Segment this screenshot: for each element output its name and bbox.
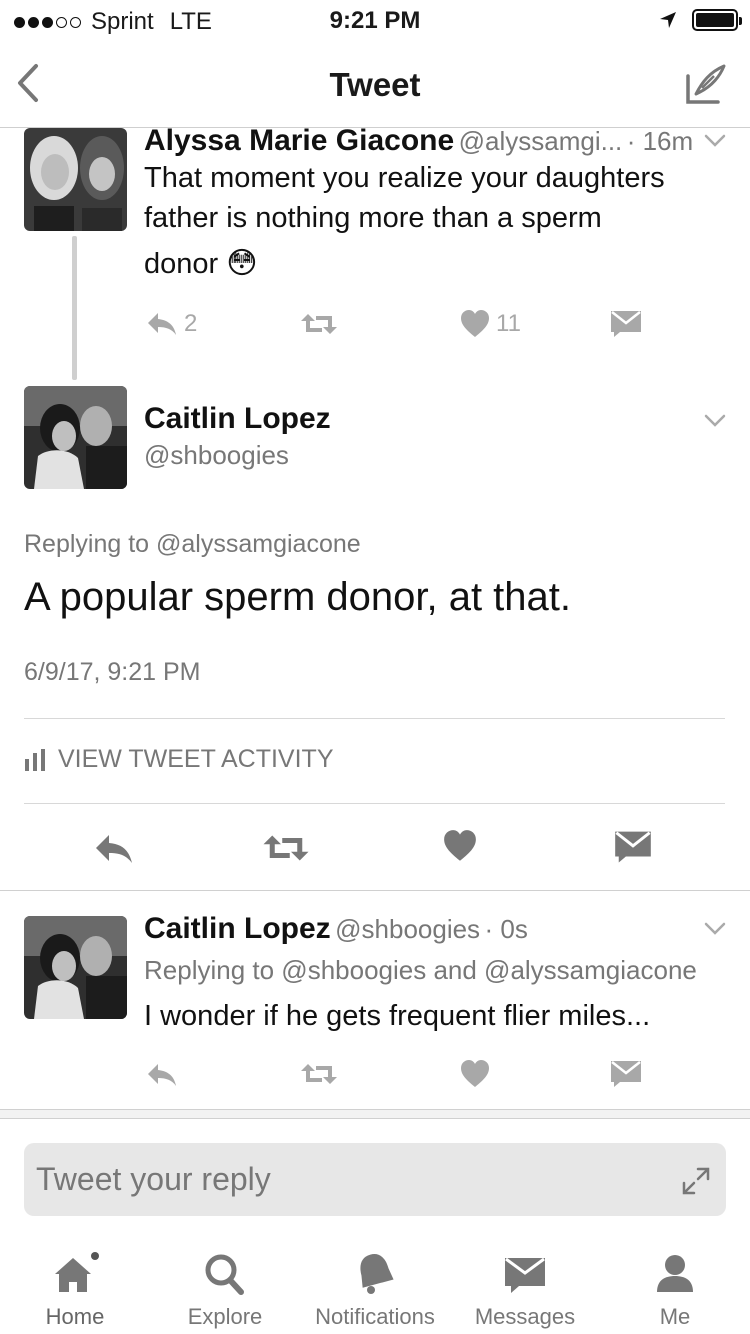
flushed-face-emoji: 😳 [226, 247, 258, 280]
tab-label: Me [659, 1304, 691, 1329]
tweet-timestamp: 6/9/17, 9:21 PM [24, 658, 201, 686]
person-icon [657, 1255, 693, 1292]
divider [24, 803, 725, 804]
avatar[interactable] [24, 916, 127, 1019]
retweet-icon[interactable] [300, 1062, 338, 1086]
author-handle[interactable]: @shboogies [144, 440, 289, 471]
battery-icon [692, 9, 742, 31]
reply-icon [148, 313, 176, 335]
author-handle[interactable]: @shboogies [335, 914, 480, 944]
retweet-action[interactable] [300, 312, 338, 336]
divider [0, 890, 750, 891]
tab-home[interactable]: Home [0, 1240, 150, 1330]
reply-composer[interactable] [24, 1143, 726, 1216]
dm-action[interactable] [610, 310, 642, 338]
reply-action[interactable]: 2 [146, 310, 197, 338]
tweet-text: I wonder if he gets frequent flier miles… [144, 1000, 651, 1032]
page-title: Tweet [329, 66, 421, 103]
reply-input[interactable] [36, 1157, 656, 1201]
home-icon [55, 1252, 99, 1292]
tab-notifications[interactable]: Notifications [300, 1240, 450, 1330]
bell-icon [360, 1254, 394, 1294]
envelope-icon [611, 311, 641, 337]
envelope-icon [505, 1257, 545, 1293]
nav-bar: Tweet [0, 40, 750, 128]
tweet-text: A popular sperm donor, at that. [24, 575, 572, 619]
author-name[interactable]: Caitlin Lopez [144, 912, 331, 945]
envelope-icon[interactable] [610, 1060, 642, 1088]
tab-label: Messages [474, 1304, 576, 1329]
replying-to-label[interactable]: Replying to @alyssamgiacone [24, 530, 361, 559]
bar-chart-icon [25, 748, 45, 771]
avatar[interactable] [24, 128, 127, 231]
heart-icon [461, 310, 489, 337]
chevron-down-icon[interactable] [704, 414, 726, 428]
compose-tweet-icon[interactable] [684, 62, 728, 106]
reply-icon[interactable] [94, 833, 134, 865]
tab-label: Home [45, 1304, 105, 1329]
location-arrow-icon [660, 12, 676, 28]
divider [24, 718, 725, 719]
author-name[interactable]: Caitlin Lopez [144, 402, 331, 436]
view-tweet-activity-button[interactable]: VIEW TWEET ACTIVITY [24, 745, 334, 774]
like-count: 11 [496, 310, 521, 337]
tab-me[interactable]: Me [600, 1240, 750, 1330]
chevron-down-icon[interactable] [704, 134, 726, 148]
chevron-down-icon[interactable] [704, 922, 726, 936]
composer-separator [0, 1109, 750, 1119]
envelope-icon[interactable] [614, 830, 652, 864]
tab-label: Explore [187, 1304, 263, 1329]
tab-messages[interactable]: Messages [450, 1240, 600, 1330]
search-icon [205, 1254, 244, 1295]
heart-icon[interactable] [460, 1060, 490, 1088]
expand-icon[interactable] [682, 1167, 710, 1195]
avatar[interactable] [24, 386, 127, 489]
author-handle[interactable]: @alyssamgi... [459, 126, 623, 156]
author-name[interactable]: Alyssa Marie Giacone [144, 124, 454, 157]
status-time: 9:21 PM [329, 7, 421, 34]
status-bar: Sprint LTE 9:21 PM [0, 0, 750, 40]
reply-icon[interactable] [146, 1062, 178, 1088]
tab-bar: Home Explore Notifications Messages Me [0, 1240, 750, 1334]
heart-icon[interactable] [443, 830, 477, 862]
tab-label: Notifications [315, 1304, 435, 1329]
replying-to-label[interactable]: Replying to @shboogies and @alyssamgiaco… [144, 955, 697, 986]
tweet-age: · 0s [484, 914, 528, 944]
like-action[interactable]: 11 [460, 310, 521, 338]
tweet-text: That moment you realize your daughters f… [144, 162, 665, 280]
tab-explore[interactable]: Explore [150, 1240, 300, 1330]
retweet-icon[interactable] [262, 833, 310, 863]
reply-count: 2 [184, 310, 198, 337]
tweet-age: · 16m [626, 126, 694, 156]
retweet-icon [301, 314, 337, 334]
thread-connector [72, 236, 77, 380]
